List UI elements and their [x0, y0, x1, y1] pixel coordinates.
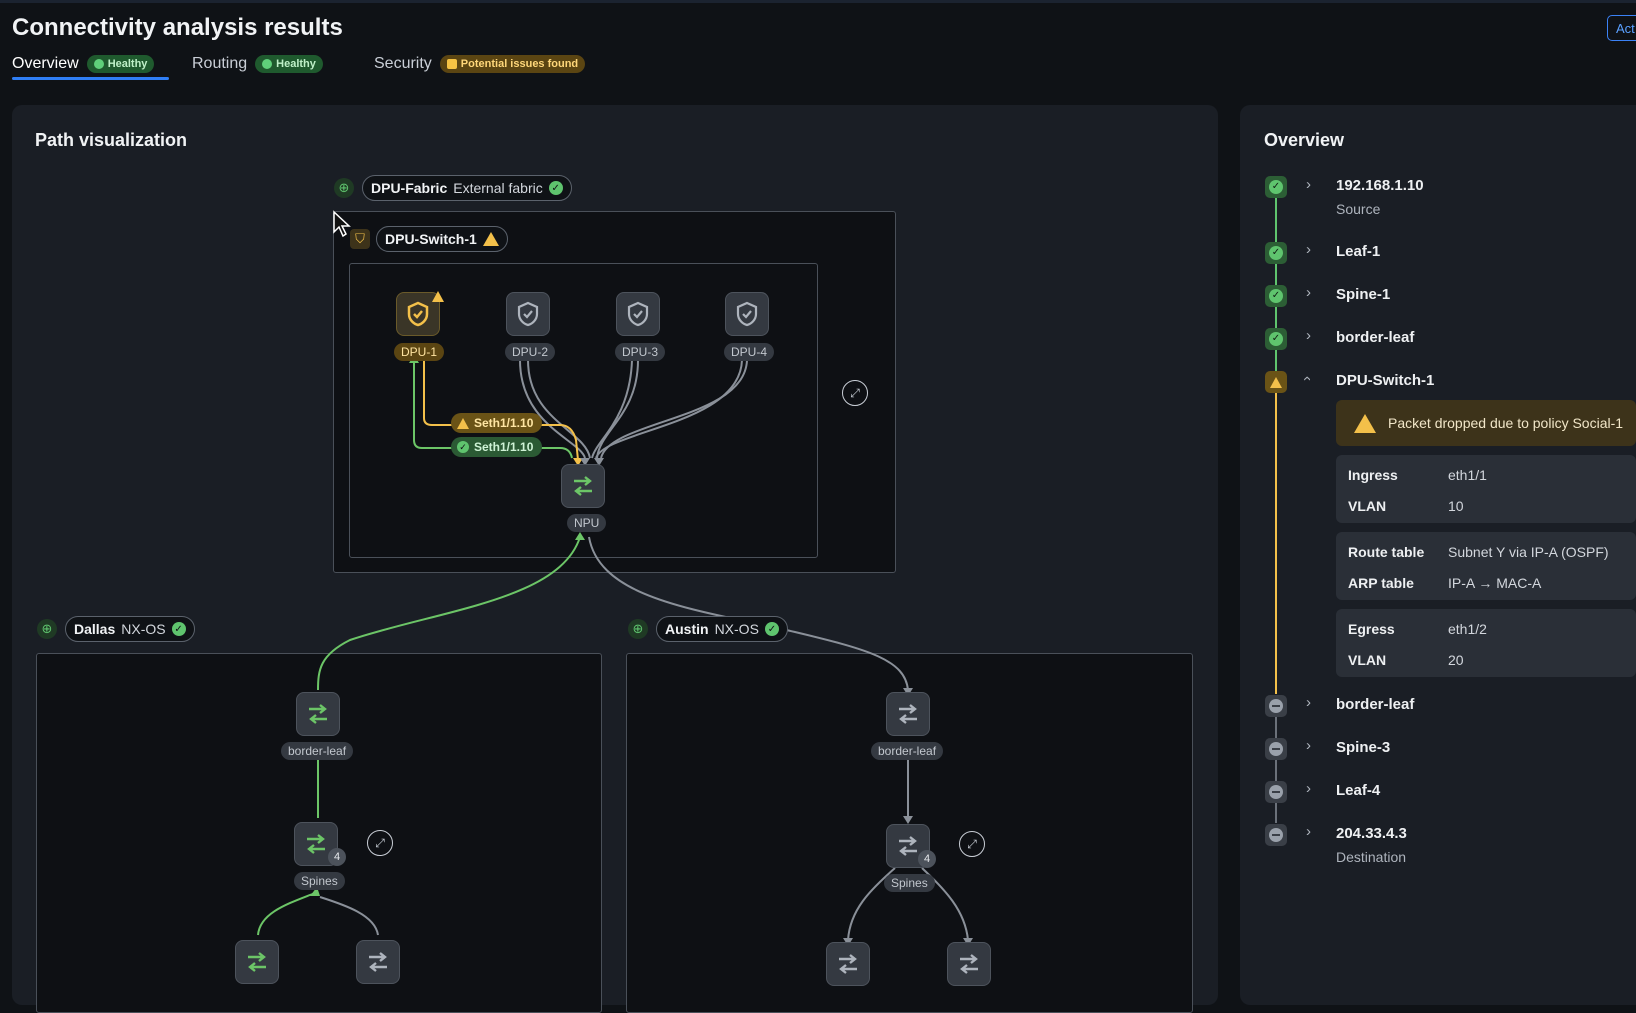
- hop-name[interactable]: Leaf-1: [1336, 243, 1380, 260]
- kv-value: IP-A → MAC-A: [1448, 575, 1542, 591]
- chevron-right-icon[interactable]: ›: [1306, 241, 1311, 258]
- status-ok-icon: ✓: [1265, 328, 1287, 350]
- chevron-right-icon[interactable]: ›: [1306, 327, 1311, 344]
- status-pending-icon: [1265, 695, 1287, 717]
- kv-row: VLAN 10: [1348, 498, 1464, 514]
- status-pending-icon: [1265, 824, 1287, 846]
- status-pending-icon: [1265, 738, 1287, 760]
- status-ok-icon: ✓: [1265, 242, 1287, 264]
- kv-row: Egress eth1/2: [1348, 621, 1487, 637]
- kv-key: Ingress: [1348, 467, 1398, 483]
- egress-card: Egress eth1/2 VLAN 20: [1336, 609, 1636, 677]
- chevron-right-icon[interactable]: ›: [1306, 737, 1311, 754]
- kv-value: eth1/2: [1448, 621, 1487, 637]
- status-warning-icon: [1265, 371, 1287, 393]
- kv-value: 10: [1448, 498, 1464, 514]
- status-ok-icon: ✓: [1265, 285, 1287, 307]
- kv-value: eth1/1: [1448, 467, 1487, 483]
- warning-icon: [1354, 413, 1376, 433]
- policy-drop-alert: Packet dropped due to policy Social-1: [1336, 400, 1636, 446]
- chevron-up-icon[interactable]: ›: [1298, 376, 1315, 381]
- ingress-card: Ingress eth1/1 VLAN 10: [1336, 455, 1636, 523]
- chevron-right-icon[interactable]: ›: [1306, 780, 1311, 797]
- hop-name[interactable]: border-leaf: [1336, 329, 1414, 346]
- hop-name[interactable]: Spine-1: [1336, 286, 1390, 303]
- kv-value: Subnet Y via IP-A (OSPF): [1448, 544, 1609, 560]
- hop-name[interactable]: 204.33.4.3: [1336, 825, 1407, 842]
- hop-name[interactable]: Spine-3: [1336, 739, 1390, 756]
- kv-value: 20: [1448, 652, 1464, 668]
- routing-card: Route table Subnet Y via IP-A (OSPF) ARP …: [1336, 532, 1636, 600]
- kv-key: VLAN: [1348, 498, 1387, 514]
- hop-sub: Destination: [1336, 849, 1407, 865]
- alert-text: Packet dropped due to policy Social-1: [1388, 415, 1624, 431]
- hop-name[interactable]: 192.168.1.10: [1336, 177, 1424, 194]
- kv-row: Route table Subnet Y via IP-A (OSPF): [1348, 544, 1609, 560]
- status-pending-icon: [1265, 781, 1287, 803]
- hop-name[interactable]: DPU-Switch-1: [1336, 372, 1434, 389]
- kv-key: ARP table: [1348, 575, 1414, 591]
- hop-sub: Source: [1336, 201, 1381, 217]
- chevron-right-icon[interactable]: ›: [1306, 694, 1311, 711]
- kv-key: VLAN: [1348, 652, 1387, 668]
- chevron-right-icon[interactable]: ›: [1306, 823, 1311, 840]
- chevron-right-icon[interactable]: ›: [1306, 176, 1311, 193]
- hop-name[interactable]: Leaf-4: [1336, 782, 1380, 799]
- kv-row: Ingress eth1/1: [1348, 467, 1487, 483]
- kv-row: VLAN 20: [1348, 652, 1464, 668]
- kv-row: ARP table IP-A → MAC-A: [1348, 575, 1541, 591]
- hop-name[interactable]: border-leaf: [1336, 696, 1414, 713]
- chevron-right-icon[interactable]: ›: [1306, 284, 1311, 301]
- status-ok-icon: ✓: [1265, 176, 1287, 198]
- kv-key: Route table: [1348, 544, 1425, 560]
- kv-key: Egress: [1348, 621, 1395, 637]
